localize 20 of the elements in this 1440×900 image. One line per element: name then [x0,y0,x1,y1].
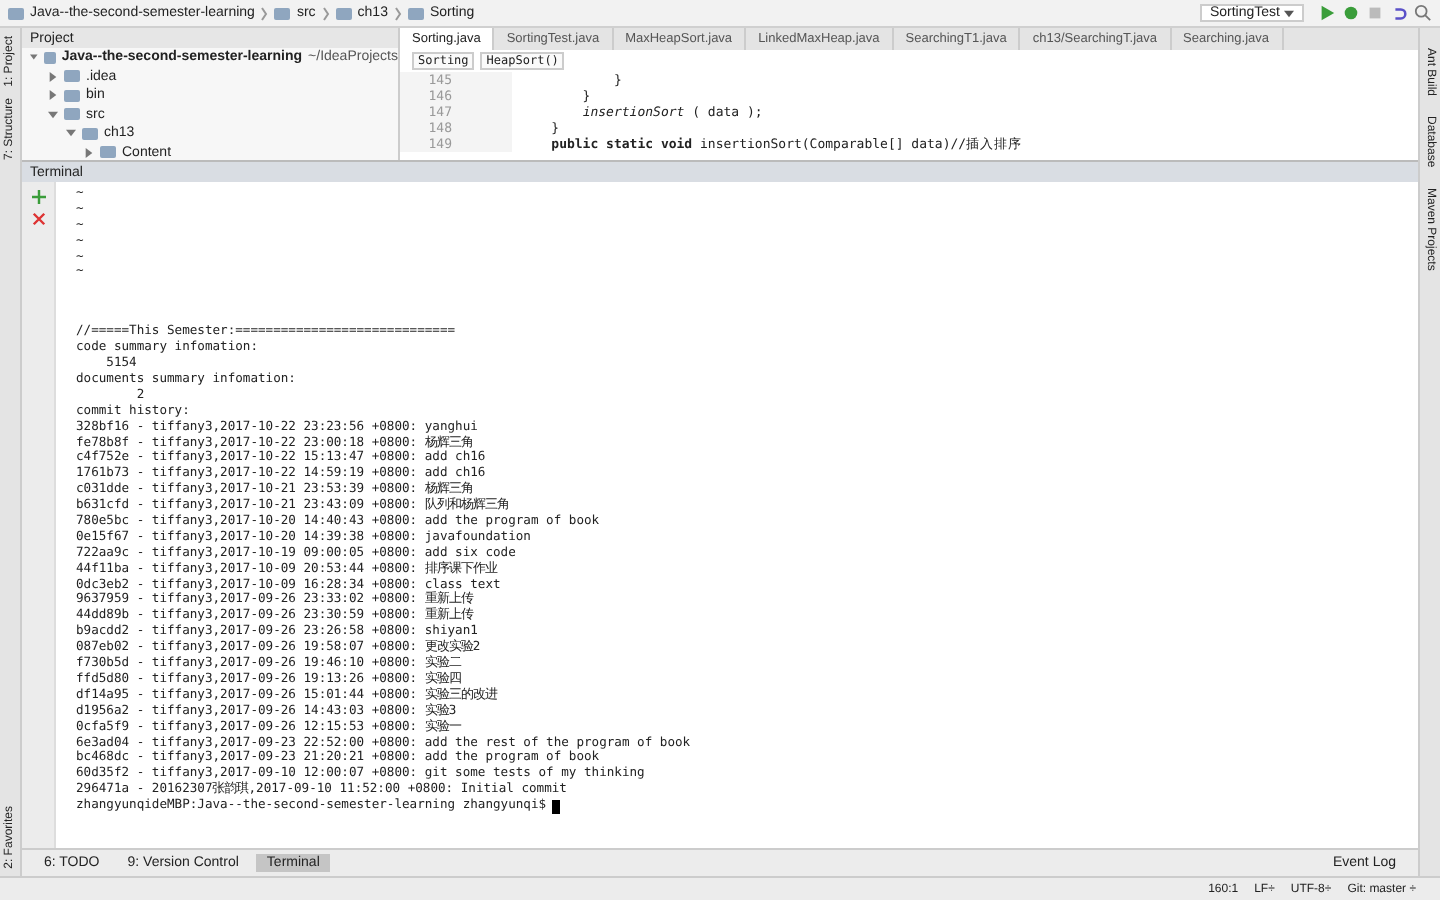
caret-icon [1284,9,1294,17]
add-icon[interactable] [31,190,45,204]
chevron-icon [393,5,402,21]
chevron-icon [260,5,269,21]
folder-icon [8,7,24,19]
expand-arrow-icon[interactable] [48,90,58,101]
expand-arrow-icon[interactable] [30,52,38,63]
undo-icon[interactable] [1390,4,1408,22]
expand-arrow-icon[interactable] [84,147,94,158]
text-cursor [552,799,561,813]
folder-icon [274,7,291,19]
run-icon[interactable] [1318,4,1336,22]
expand-arrow-icon[interactable] [48,71,58,82]
chevron-icon [321,5,330,21]
folder-icon [335,7,352,19]
folder-icon [407,7,424,19]
expand-arrow-icon[interactable] [66,128,76,139]
search-icon[interactable] [1414,4,1432,22]
close-icon[interactable] [31,212,45,226]
expand-arrow-icon[interactable] [48,109,58,120]
